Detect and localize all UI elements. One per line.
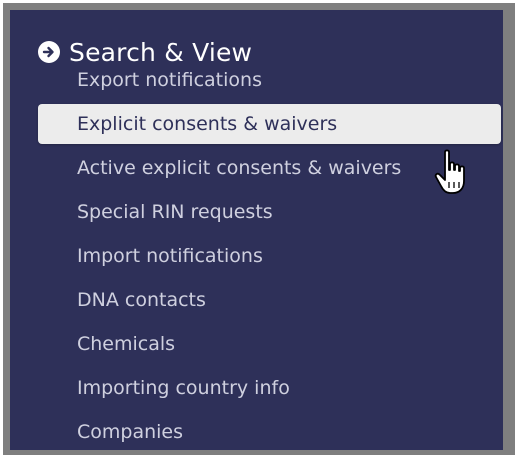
- menu-item-label: DNA contacts: [77, 289, 206, 311]
- menu-item-importing-country-info[interactable]: Importing country info: [38, 368, 501, 408]
- menu-item-label: Chemicals: [77, 333, 176, 355]
- menu-item-label: Special RIN requests: [77, 201, 273, 223]
- search-view-panel: Search & View Export notifications Expli…: [10, 10, 503, 450]
- menu-item-chemicals[interactable]: Chemicals: [38, 324, 501, 364]
- menu-item-dna-contacts[interactable]: DNA contacts: [38, 280, 501, 320]
- menu-item-companies[interactable]: Companies: [38, 412, 501, 452]
- menu-item-label: Import notifications: [77, 245, 263, 267]
- menu-item-export-notifications[interactable]: Export notifications: [38, 60, 501, 100]
- menu-item-active-explicit-consents-waivers[interactable]: Active explicit consents & waivers: [38, 148, 446, 188]
- menu-item-label: Export notifications: [77, 69, 262, 91]
- menu-item-import-notifications[interactable]: Import notifications: [38, 236, 501, 276]
- menu-item-label: Active explicit consents & waivers: [77, 157, 402, 179]
- menu-item-label: Importing country info: [77, 377, 290, 399]
- menu-item-label: Explicit consents & waivers: [77, 113, 338, 135]
- menu-item-explicit-consents-waivers[interactable]: Explicit consents & waivers: [38, 104, 501, 144]
- hand-pointer-icon: [434, 149, 465, 194]
- menu-item-label: Companies: [77, 421, 184, 443]
- menu-item-special-rin-requests[interactable]: Special RIN requests: [38, 192, 501, 232]
